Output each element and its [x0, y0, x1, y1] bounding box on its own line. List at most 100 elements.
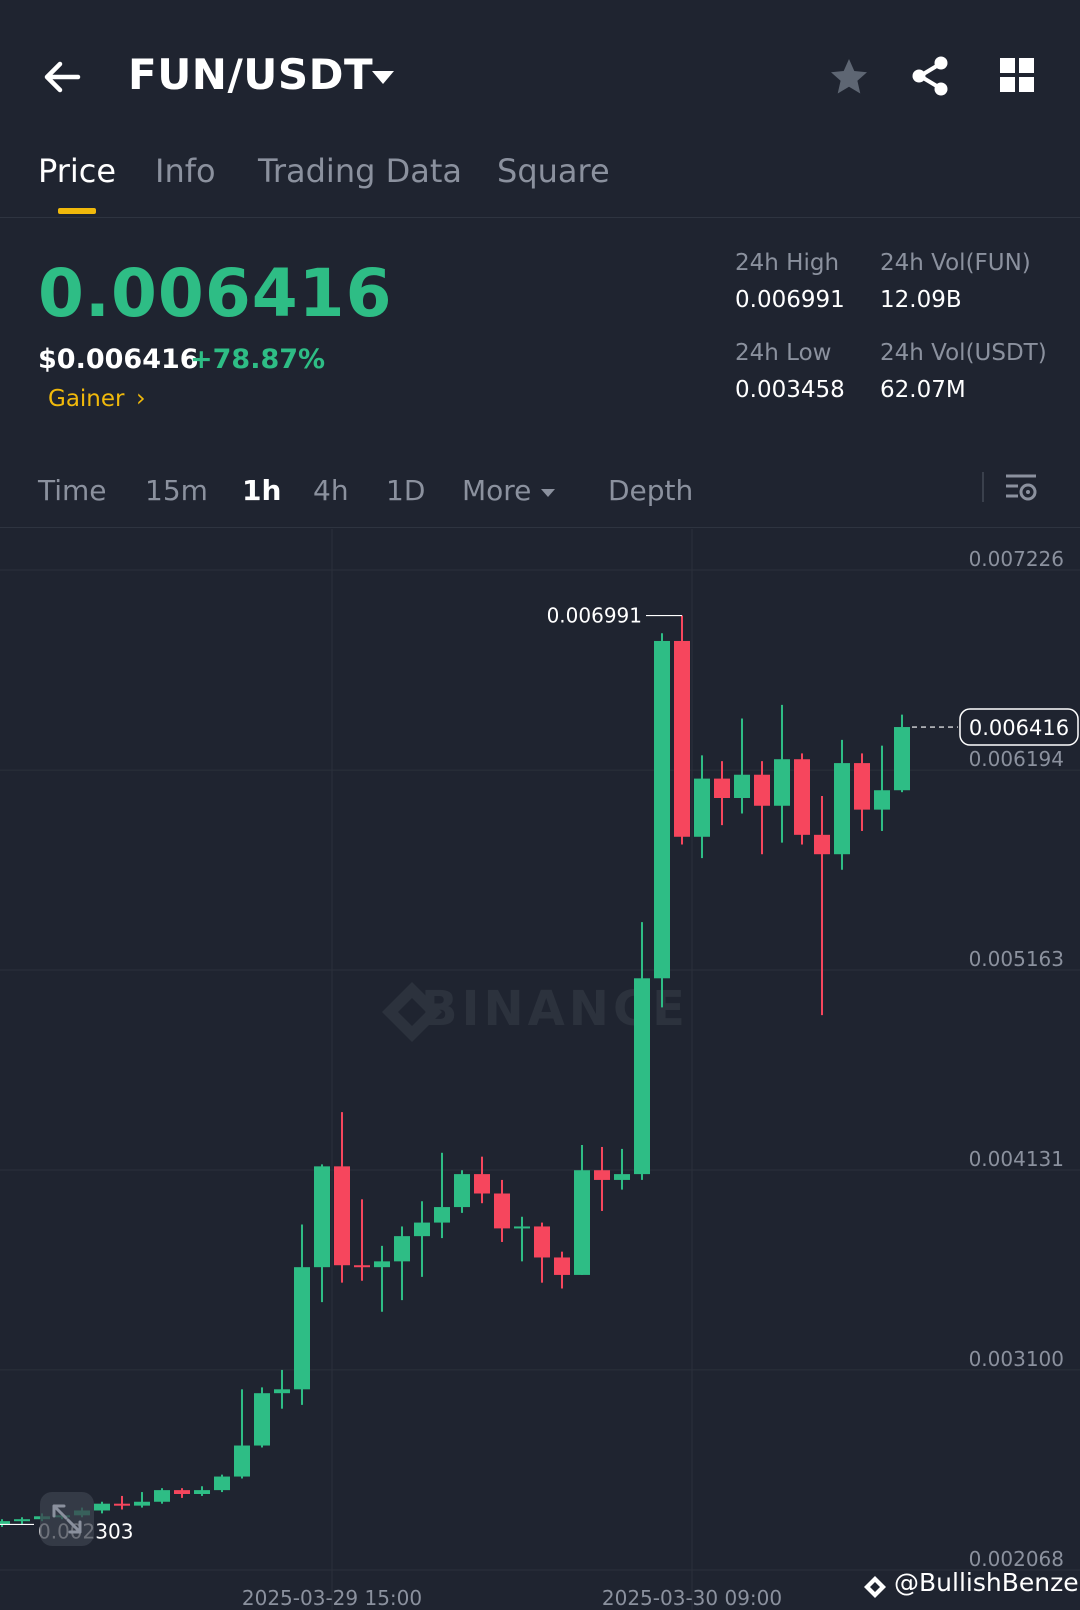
candle[interactable]: [534, 1222, 550, 1283]
candle[interactable]: [774, 704, 790, 843]
interval-time[interactable]: Time: [38, 474, 107, 507]
candle[interactable]: [514, 1216, 530, 1262]
candle-body: [114, 1503, 130, 1506]
candle-body: [234, 1445, 250, 1477]
caret-down-icon[interactable]: [540, 484, 556, 497]
tab-trading-data[interactable]: Trading Data: [258, 152, 462, 190]
candle[interactable]: [474, 1156, 490, 1204]
candle[interactable]: [434, 1152, 450, 1239]
candle[interactable]: [294, 1224, 310, 1405]
candle-body: [774, 759, 790, 806]
candle[interactable]: [154, 1488, 170, 1504]
candle[interactable]: [194, 1486, 210, 1496]
candle-body: [94, 1503, 110, 1511]
chart-canvas[interactable]: BINANCE 0.0069910.0023030.006416 0.00722…: [0, 529, 1080, 1610]
candle[interactable]: [134, 1492, 150, 1508]
candle[interactable]: [574, 1145, 590, 1275]
binance-logo-icon: [862, 1574, 888, 1600]
candle[interactable]: [414, 1201, 430, 1277]
candle-body: [414, 1222, 430, 1237]
candle[interactable]: [0, 1519, 10, 1527]
interval-4h[interactable]: 4h: [313, 474, 349, 507]
candle[interactable]: [674, 615, 690, 845]
candle-body: [754, 774, 770, 806]
usd-price: $0.006416: [38, 344, 199, 375]
vol-quote-value: 62.07M: [880, 377, 966, 403]
high-marker-label: 0.006991: [547, 604, 642, 628]
candle[interactable]: [214, 1474, 230, 1493]
candle[interactable]: [114, 1495, 130, 1510]
vol-quote-label: 24h Vol(USDT): [880, 340, 1047, 366]
candle[interactable]: [14, 1517, 30, 1525]
candle[interactable]: [174, 1488, 190, 1498]
candle[interactable]: [794, 753, 810, 845]
top-bar: FUN/USDT: [0, 0, 1080, 150]
tab-square[interactable]: Square: [497, 152, 610, 190]
candle[interactable]: [734, 718, 750, 814]
y-tick-label: 0.004131: [969, 1147, 1064, 1171]
interval-bar: Time 15m 1h 4h 1D More Depth: [0, 458, 1080, 528]
candle[interactable]: [694, 755, 710, 859]
candle[interactable]: [374, 1245, 390, 1312]
candle[interactable]: [714, 761, 730, 826]
interval-depth[interactable]: Depth: [608, 474, 693, 507]
candle[interactable]: [454, 1170, 470, 1213]
gainer-tag[interactable]: Gainer: [48, 386, 125, 412]
candle-body: [714, 778, 730, 798]
grid-icon[interactable]: [998, 56, 1038, 96]
tab-price[interactable]: Price: [38, 152, 116, 190]
candle[interactable]: [314, 1164, 330, 1303]
candle-body: [634, 978, 650, 1175]
candle[interactable]: [634, 922, 650, 1180]
candle-body: [474, 1174, 490, 1194]
chevron-right-icon[interactable]: ›: [136, 384, 146, 412]
candle[interactable]: [274, 1369, 290, 1409]
candle-body: [194, 1490, 210, 1495]
candle[interactable]: [894, 714, 910, 793]
candle-body: [674, 640, 690, 837]
candle[interactable]: [334, 1112, 350, 1283]
candle[interactable]: [754, 761, 770, 855]
candlestick-chart[interactable]: BINANCE 0.0069910.0023030.006416 0.00722…: [0, 529, 1080, 1610]
candle[interactable]: [654, 633, 670, 1008]
candle[interactable]: [494, 1179, 510, 1242]
high-value: 0.006991: [735, 287, 845, 313]
candle-body: [374, 1261, 390, 1268]
share-icon[interactable]: [906, 52, 954, 100]
candle[interactable]: [234, 1389, 250, 1479]
back-arrow-icon[interactable]: [38, 52, 88, 102]
candle-body: [834, 763, 850, 855]
interval-15m[interactable]: 15m: [145, 474, 208, 507]
candle[interactable]: [594, 1146, 610, 1211]
caret-down-icon[interactable]: [368, 66, 398, 90]
candle-body: [174, 1490, 190, 1495]
candle-body: [394, 1236, 410, 1262]
y-tick-label: 0.007226: [969, 547, 1064, 571]
candle-body: [554, 1257, 570, 1275]
fullscreen-expand-icon[interactable]: [40, 1492, 94, 1546]
tab-info[interactable]: Info: [155, 152, 216, 190]
low-label: 24h Low: [735, 340, 832, 366]
star-icon[interactable]: [826, 54, 872, 100]
candle[interactable]: [254, 1387, 270, 1448]
candle[interactable]: [874, 745, 890, 831]
candle-body: [454, 1174, 470, 1208]
candle-body: [134, 1501, 150, 1506]
candle-body: [494, 1193, 510, 1229]
interval-more[interactable]: More: [462, 474, 531, 507]
candle[interactable]: [834, 739, 850, 870]
candle[interactable]: [94, 1501, 110, 1514]
interval-1h[interactable]: 1h: [242, 474, 281, 507]
candle[interactable]: [554, 1251, 570, 1289]
candle[interactable]: [614, 1148, 630, 1190]
trading-pair-title[interactable]: FUN/USDT: [128, 50, 373, 99]
x-tick-label: 2025-03-29 15:00: [242, 1586, 422, 1610]
interval-1d[interactable]: 1D: [386, 474, 425, 507]
candle[interactable]: [854, 753, 870, 831]
y-tick-label: 0.005163: [969, 947, 1064, 971]
candle[interactable]: [814, 796, 830, 1016]
candle[interactable]: [394, 1226, 410, 1301]
chart-settings-icon[interactable]: [1002, 470, 1040, 506]
candle-body: [314, 1166, 330, 1268]
candle[interactable]: [354, 1199, 370, 1281]
